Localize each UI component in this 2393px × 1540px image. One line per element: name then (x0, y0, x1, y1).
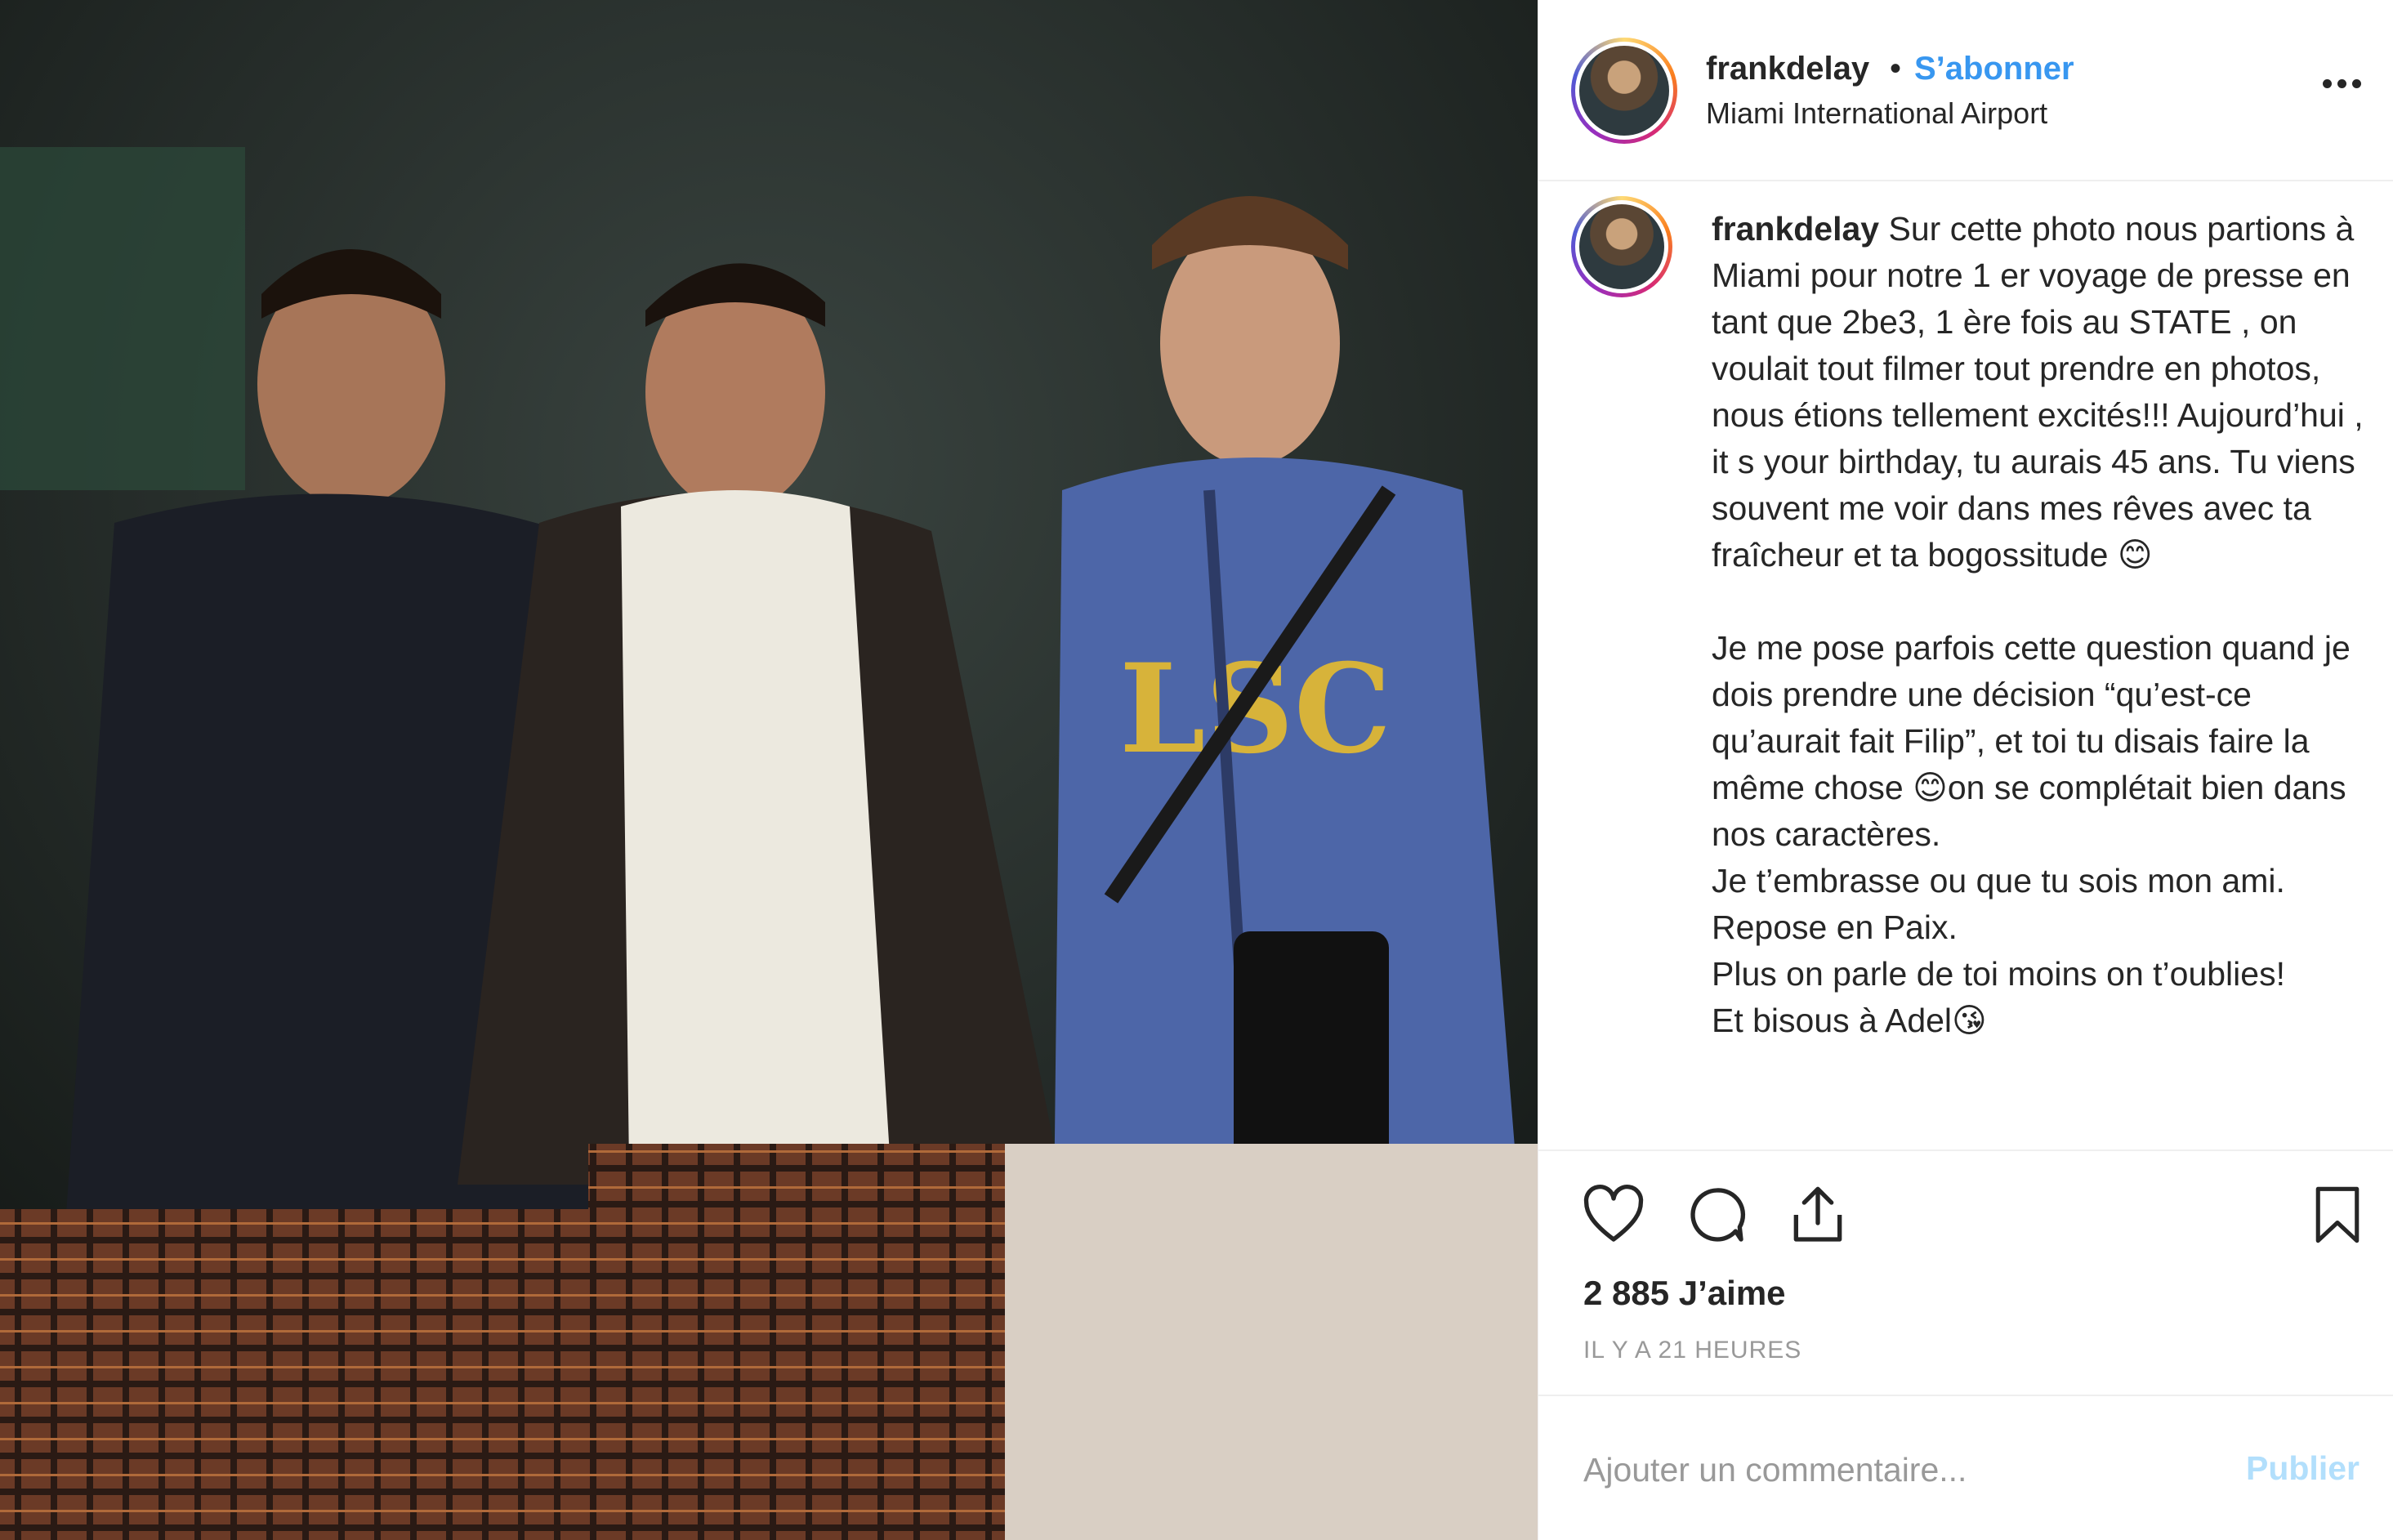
comment-input[interactable] (1583, 1437, 2204, 1502)
photo-illustration: LSC (0, 0, 1538, 1540)
timestamp[interactable]: IL Y A 21 HEURES (1583, 1337, 1801, 1364)
separator-dot: • (1890, 51, 1902, 87)
bookmark-icon[interactable] (2306, 1182, 2368, 1248)
post-header: frankdelay • S’abonner Miami Internation… (1538, 0, 2393, 181)
follow-button[interactable]: S’abonner (1914, 51, 2074, 87)
likes-count[interactable]: 2 885 J’aime (1583, 1274, 1786, 1313)
publish-button[interactable]: Publier (2246, 1449, 2360, 1488)
username-link[interactable]: frankdelay (1706, 51, 1869, 87)
caption-section: frankdelay Sur cette photo nous partions… (1538, 181, 2393, 1149)
caption: frankdelay Sur cette photo nous partions… (1712, 206, 2365, 1044)
share-icon[interactable] (1785, 1182, 1851, 1248)
heart-icon[interactable] (1581, 1182, 1646, 1248)
avatar[interactable] (1571, 38, 1677, 144)
caption-text: Sur cette photo nous partions à Miami po… (1712, 210, 2364, 1039)
post-sidebar: frankdelay • S’abonner Miami Internation… (1538, 0, 2393, 1540)
more-options-icon[interactable] (2323, 78, 2372, 97)
svg-text:LSC: LSC (1119, 637, 1391, 781)
location-link[interactable]: Miami International Airport (1706, 96, 2047, 131)
post-photo[interactable]: LSC (0, 0, 1538, 1540)
caption-avatar[interactable] (1571, 196, 1672, 297)
comment-icon[interactable] (1684, 1182, 1749, 1248)
caption-username[interactable]: frankdelay (1712, 210, 1879, 248)
action-bar: 2 885 J’aime IL Y A 21 HEURES (1538, 1149, 2393, 1395)
comment-bar: Publier (1538, 1395, 2393, 1540)
